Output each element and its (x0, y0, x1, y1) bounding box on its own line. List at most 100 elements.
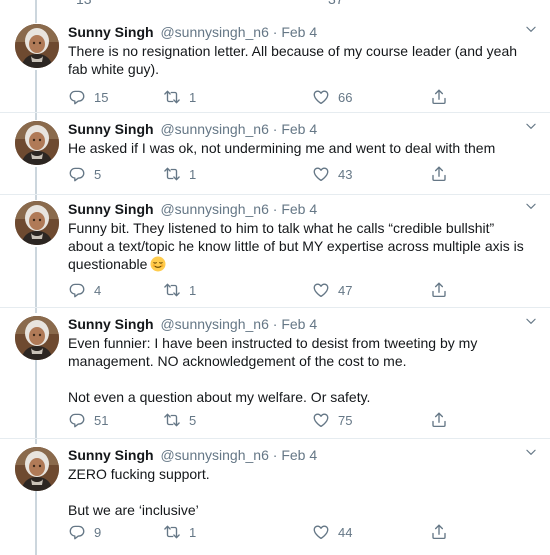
author-handle[interactable]: @sunnysingh_n6 (160, 316, 268, 332)
separator: · (272, 121, 278, 137)
tweet[interactable]: Sunny Singh @sunnysingh_n6 · Feb 4 ZERO … (0, 447, 550, 555)
heart-icon (312, 281, 330, 299)
share-icon (430, 281, 448, 299)
tweet-header: Sunny Singh @sunnysingh_n6 · Feb 4 (68, 447, 530, 464)
share-icon (430, 88, 448, 106)
reply-button[interactable]: 4 (68, 281, 101, 299)
retweet-count: 1 (189, 524, 197, 540)
separator: · (272, 201, 278, 217)
avatar[interactable] (15, 447, 59, 491)
tweet-date[interactable]: Feb 4 (281, 201, 317, 217)
like-count: 43 (338, 166, 353, 182)
author-name[interactable]: Sunny Singh (68, 447, 154, 463)
reply-icon (68, 88, 86, 106)
avatar[interactable] (15, 121, 59, 165)
author-handle[interactable]: @sunnysingh_n6 (160, 201, 268, 217)
reply-button[interactable]: 15 (68, 88, 108, 106)
like-count: 66 (338, 89, 353, 105)
reply-icon (68, 523, 86, 541)
tweet-text-content: Funny bit. They listened to him to talk … (68, 220, 524, 272)
share-icon (430, 411, 448, 429)
thread-line (35, 0, 37, 23)
like-button[interactable]: 44 (312, 523, 352, 541)
reply-action[interactable]: 13 (68, 0, 92, 7)
reply-icon (68, 411, 86, 429)
share-icon (430, 523, 448, 541)
tweet-text: Even funnier: I have been instructed to … (68, 335, 478, 405)
like-count: 47 (338, 282, 353, 298)
tweet-actions: 4 1 47 (68, 281, 458, 301)
reply-count: 5 (94, 166, 102, 182)
tweet-date[interactable]: Feb 4 (281, 24, 317, 40)
heart-icon (312, 88, 330, 106)
tweet-actions: 9 1 44 (68, 523, 458, 543)
chevron-down-icon[interactable] (524, 445, 538, 459)
retweet-icon (163, 411, 181, 429)
share-icon (430, 165, 448, 183)
author-handle[interactable]: @sunnysingh_n6 (160, 24, 268, 40)
author-handle[interactable]: @sunnysingh_n6 (160, 121, 268, 137)
tweet-text: Funny bit. They listened to him to talk … (68, 219, 530, 273)
heart-icon (312, 411, 330, 429)
retweet-count: 1 (189, 89, 197, 105)
share-button[interactable] (430, 523, 456, 541)
tweet[interactable]: Sunny Singh @sunnysingh_n6 · Feb 4 There… (0, 24, 550, 113)
reply-count: 13 (76, 0, 92, 7)
author-handle[interactable]: @sunnysingh_n6 (160, 447, 268, 463)
chevron-down-icon[interactable] (524, 314, 538, 328)
retweet-icon (163, 281, 181, 299)
avatar[interactable] (15, 24, 59, 68)
tweet[interactable]: Sunny Singh @sunnysingh_n6 · Feb 4 Even … (0, 316, 550, 439)
author-name[interactable]: Sunny Singh (68, 316, 154, 332)
reply-icon (68, 281, 86, 299)
like-button[interactable]: 47 (312, 281, 352, 299)
share-button[interactable] (430, 165, 456, 183)
chevron-down-icon[interactable] (524, 199, 538, 213)
previous-tweet-actions: 13 37 (0, 0, 550, 10)
share-button[interactable] (430, 88, 456, 106)
like-count: 75 (338, 412, 353, 428)
like-button[interactable]: 66 (312, 88, 352, 106)
author-name[interactable]: Sunny Singh (68, 201, 154, 217)
reply-button[interactable]: 5 (68, 165, 101, 183)
reply-button[interactable]: 9 (68, 523, 101, 541)
reply-button[interactable]: 51 (68, 411, 108, 429)
tweet-actions: 15 1 66 (68, 88, 458, 108)
tweet-date[interactable]: Feb 4 (281, 121, 317, 137)
tweet-date[interactable]: Feb 4 (281, 316, 317, 332)
tweet-header: Sunny Singh @sunnysingh_n6 · Feb 4 (68, 316, 530, 333)
like-action[interactable]: 37 (320, 0, 344, 7)
author-name[interactable]: Sunny Singh (68, 121, 154, 137)
retweet-icon (163, 88, 181, 106)
retweet-button[interactable]: 5 (163, 411, 196, 429)
reply-count: 15 (94, 89, 109, 105)
separator: · (272, 447, 278, 463)
retweet-count: 5 (189, 412, 197, 428)
tweet[interactable]: Sunny Singh @sunnysingh_n6 · Feb 4 Funny… (0, 201, 550, 308)
tweet-text: There is no resignation letter. All beca… (68, 43, 518, 77)
tweet-date[interactable]: Feb 4 (281, 447, 317, 463)
reply-count: 51 (94, 412, 109, 428)
retweet-button[interactable]: 1 (163, 281, 196, 299)
avatar[interactable] (15, 316, 59, 360)
share-button[interactable] (430, 281, 456, 299)
chevron-down-icon[interactable] (524, 119, 538, 133)
like-button[interactable]: 75 (312, 411, 352, 429)
retweet-action[interactable] (186, 0, 194, 7)
separator: · (272, 316, 278, 332)
share-button[interactable] (430, 411, 456, 429)
like-count: 44 (338, 524, 353, 540)
author-name[interactable]: Sunny Singh (68, 24, 154, 40)
tweet-actions: 5 1 43 (68, 165, 458, 185)
retweet-count: 1 (189, 282, 197, 298)
retweet-button[interactable]: 1 (163, 523, 196, 541)
like-count: 37 (328, 0, 344, 7)
tweet[interactable]: Sunny Singh @sunnysingh_n6 · Feb 4 He as… (0, 121, 550, 195)
chevron-down-icon[interactable] (524, 22, 538, 36)
retweet-button[interactable]: 1 (163, 165, 196, 183)
like-button[interactable]: 43 (312, 165, 352, 183)
tweet-text: ZERO fucking support. But we are ‘inclus… (68, 466, 210, 518)
retweet-button[interactable]: 1 (163, 88, 196, 106)
reply-count: 9 (94, 524, 102, 540)
avatar[interactable] (15, 201, 59, 245)
